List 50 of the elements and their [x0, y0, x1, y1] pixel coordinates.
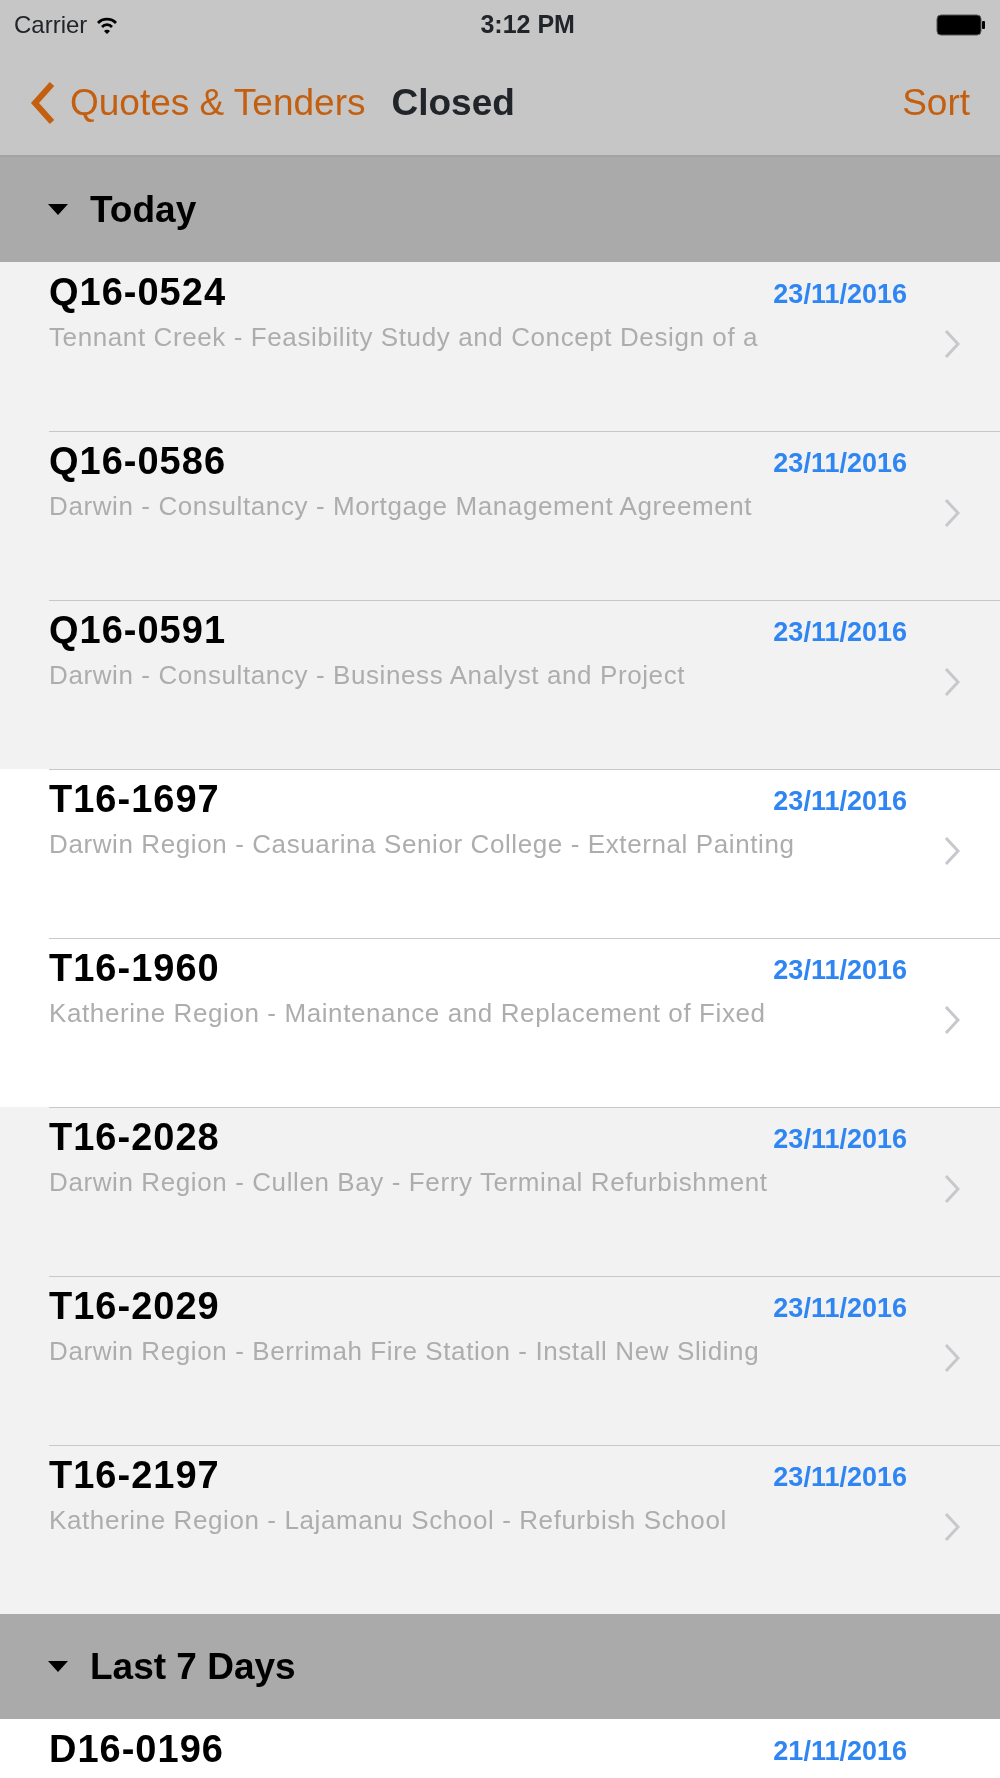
section-header[interactable]: Last 7 Days — [0, 1614, 1000, 1719]
chevron-icon — [944, 1512, 960, 1542]
chevron-icon — [944, 1174, 960, 1204]
date-label: 23/11/2016 — [773, 616, 907, 649]
date-label: 21/11/2016 — [773, 1735, 907, 1768]
reference-code: T16-1960 — [49, 948, 220, 990]
description: Katherine Region - Lajamanu School - Refurbish School — [49, 1503, 727, 1537]
chevron-icon — [944, 667, 960, 697]
chevron-icon — [944, 836, 960, 866]
section-header[interactable]: Today — [0, 157, 1000, 262]
description: Darwin - Consultancy - Business Analyst and Project — [49, 658, 686, 692]
reference-code: T16-2197 — [49, 1455, 220, 1497]
screen-title: Closed — [391, 80, 515, 125]
reference-code: T16-1697 — [49, 779, 220, 821]
section-title: Last 7 Days — [90, 1644, 296, 1689]
list-row[interactable]: T16-2028 23/11/2016 Darwin Region - Cullen Bay - Ferry Terminal Refurbishment — [0, 1107, 1000, 1276]
section-title: Today — [90, 187, 197, 232]
battery-icon — [936, 14, 986, 36]
reference-code: D16-0196 — [49, 1729, 224, 1771]
list-row[interactable]: T16-2029 23/11/2016 Darwin Region - Berrimah Fire Station - Install New Sliding — [0, 1276, 1000, 1445]
reference-code: T16-2028 — [49, 1117, 220, 1159]
chevron-icon — [944, 1005, 960, 1035]
carrier-label: Carrier — [14, 10, 88, 40]
clock: 3:12 PM — [480, 9, 575, 41]
date-label: 23/11/2016 — [773, 785, 907, 818]
description: Darwin Region - Cullen Bay - Ferry Terminal Refurbishment — [49, 1165, 768, 1199]
chevron-icon — [944, 329, 960, 359]
list-row[interactable]: Q16-0586 23/11/2016 Darwin - Consultancy - Mortgage Management Agreement — [0, 431, 1000, 600]
reference-code: Q16-0591 — [49, 610, 226, 652]
description: Darwin Region - Casuarina Senior College - External Painting — [49, 827, 795, 861]
date-label: 23/11/2016 — [773, 447, 907, 480]
date-label: 23/11/2016 — [773, 1461, 907, 1494]
description: Darwin Region - Berrimah Fire Station - Install New Sliding — [49, 1334, 760, 1368]
date-label: 23/11/2016 — [773, 278, 907, 311]
list-row[interactable]: Q16-0591 23/11/2016 Darwin - Consultancy - Business Analyst and Project — [0, 600, 1000, 769]
description: Katherine Region - Maintenance and Replacement of Fixed — [49, 996, 766, 1030]
date-label: 23/11/2016 — [773, 1292, 907, 1325]
list-row[interactable]: T16-2197 23/11/2016 Katherine Region - Lajamanu School - Refurbish School — [0, 1445, 1000, 1614]
date-label: 23/11/2016 — [773, 954, 907, 987]
chevron-icon — [944, 498, 960, 528]
chevron-icon — [944, 1343, 960, 1373]
reference-code: Q16-0524 — [49, 272, 226, 314]
back-chevron-icon — [30, 80, 56, 125]
wifi-icon — [95, 16, 120, 34]
description: Darwin - Consultancy - Mortgage Management Agreement — [49, 489, 753, 523]
description: Tennant Creek - Feasibility Study and Concept Design of a — [49, 320, 759, 354]
reference-code: T16-2029 — [49, 1286, 220, 1328]
date-label: 23/11/2016 — [773, 1123, 907, 1156]
list-row[interactable]: Q16-0524 23/11/2016 Tennant Creek - Feasibility Study and Concept Design of a — [0, 262, 1000, 431]
reference-code: Q16-0586 — [49, 441, 226, 483]
